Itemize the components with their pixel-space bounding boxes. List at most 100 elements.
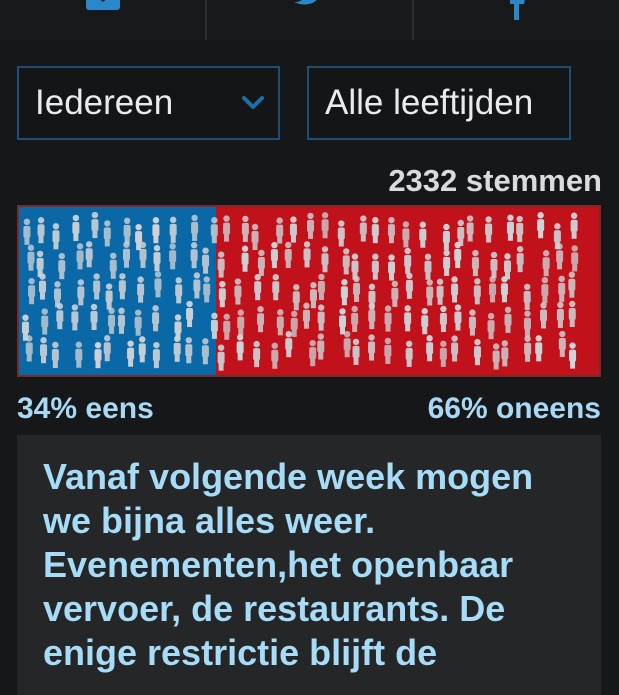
- person-figure: [202, 247, 210, 274]
- person-figure: [506, 214, 514, 241]
- person-figure: [340, 279, 348, 306]
- person-figure: [37, 217, 45, 244]
- person-figure: [524, 335, 532, 362]
- person-figure: [175, 277, 183, 304]
- person-figure: [569, 342, 577, 369]
- person-figure: [404, 305, 412, 332]
- person-figure: [40, 337, 48, 364]
- person-figure: [351, 305, 359, 332]
- person-figure: [556, 243, 564, 270]
- person-figure: [36, 250, 44, 277]
- person-figure: [169, 243, 177, 270]
- person-figure: [51, 341, 59, 369]
- person-figure: [191, 214, 199, 241]
- person-figure: [352, 338, 360, 365]
- person-figure: [103, 220, 111, 247]
- twitter-icon: [293, 0, 317, 5]
- person-figure: [503, 253, 511, 280]
- person-figure: [571, 245, 579, 272]
- person-figure: [77, 279, 85, 306]
- person-figure: [137, 276, 145, 303]
- person-figure: [93, 273, 101, 300]
- person-figure: [436, 278, 444, 305]
- person-figure: [439, 305, 447, 333]
- person-figure: [38, 273, 46, 300]
- person-figure: [492, 343, 500, 370]
- person-figure: [404, 247, 412, 274]
- share-facebook-button[interactable]: [414, 0, 619, 40]
- person-figure: [152, 305, 160, 332]
- person-figure: [368, 334, 376, 361]
- person-figure: [402, 221, 410, 248]
- people-figures: [21, 211, 579, 371]
- person-figure: [568, 300, 576, 328]
- person-figure: [466, 215, 474, 242]
- statement-text: Vanaf volgende week mogen we bijna alles…: [43, 456, 534, 673]
- person-figure: [152, 341, 160, 369]
- person-figure: [321, 212, 329, 239]
- person-figure: [541, 276, 549, 304]
- person-figure: [237, 309, 245, 336]
- person-figure: [337, 220, 345, 247]
- person-figure: [152, 217, 160, 244]
- person-figure: [241, 245, 249, 272]
- person-figure: [516, 215, 524, 243]
- person-figure: [193, 272, 201, 299]
- chevron-down-icon: [242, 96, 264, 109]
- person-figure: [257, 305, 265, 333]
- age-filter-select[interactable]: Alle leeftijden: [307, 66, 571, 140]
- person-figure: [405, 340, 413, 367]
- person-figure: [289, 216, 297, 243]
- person-figure: [317, 304, 325, 331]
- person-figure: [343, 330, 351, 358]
- share-mail-button[interactable]: [0, 0, 207, 40]
- vote-count: 2332 stemmen: [388, 163, 602, 198]
- person-figure: [27, 244, 35, 271]
- person-figure: [257, 249, 265, 276]
- person-figure: [468, 309, 476, 336]
- person-figure: [109, 252, 117, 279]
- person-figure: [169, 216, 177, 243]
- person-figure: [236, 334, 244, 361]
- person-figure: [523, 310, 531, 337]
- person-figure: [419, 221, 427, 248]
- person-figure: [290, 310, 298, 337]
- person-figure: [424, 253, 432, 280]
- person-figure: [154, 271, 162, 298]
- age-filter-value: Alle leeftijden: [325, 83, 534, 122]
- person-figure: [285, 330, 293, 358]
- person-figure: [276, 217, 284, 244]
- person-figure: [542, 250, 550, 277]
- person-figure: [516, 245, 524, 273]
- person-figure: [58, 252, 66, 280]
- person-figure: [270, 241, 278, 269]
- person-figure: [307, 212, 315, 239]
- person-figure: [118, 273, 126, 300]
- person-figure: [302, 302, 310, 329]
- mail-icon: [85, 0, 120, 10]
- person-figure: [223, 215, 231, 242]
- person-figure: [271, 342, 279, 369]
- person-figure: [426, 279, 434, 306]
- person-figure: [75, 341, 83, 368]
- share-twitter-button[interactable]: [207, 0, 414, 40]
- person-figure: [139, 241, 147, 268]
- person-figure: [118, 307, 126, 334]
- person-figure: [451, 335, 459, 362]
- person-figure: [426, 335, 434, 362]
- person-figure: [473, 338, 481, 366]
- person-figure: [309, 339, 317, 367]
- person-figure: [153, 244, 161, 272]
- person-figure: [558, 275, 566, 302]
- person-figure: [384, 337, 392, 364]
- person-figure: [234, 278, 242, 305]
- person-figure: [71, 304, 79, 331]
- person-figure: [210, 312, 218, 339]
- person-figure: [487, 312, 495, 340]
- person-figure: [52, 223, 60, 250]
- person-figure: [504, 306, 512, 333]
- person-figure: [384, 305, 392, 332]
- person-figure: [41, 308, 49, 335]
- group-filter-select[interactable]: Iedereen: [17, 66, 280, 140]
- person-figure: [501, 340, 509, 367]
